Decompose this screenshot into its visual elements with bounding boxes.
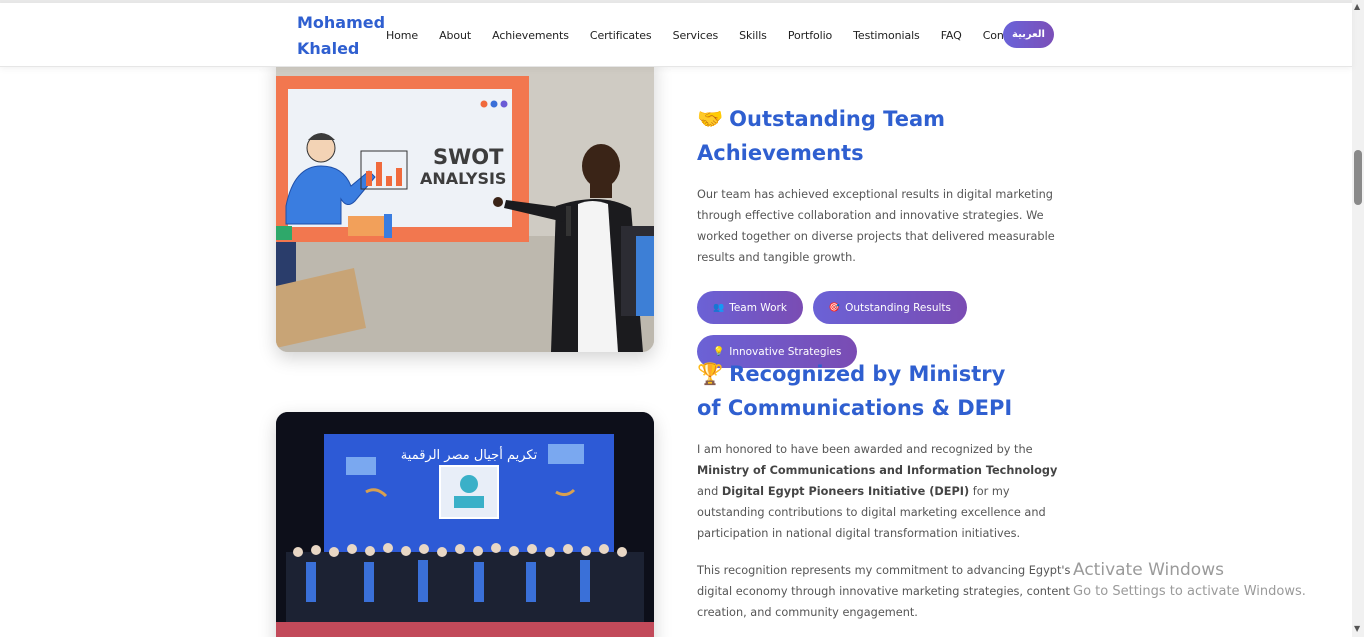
- tag-label: Innovative Strategies: [729, 345, 842, 358]
- team-achievement-photo: SWOT ANALYSIS: [276, 56, 654, 352]
- nav-link-achievements[interactable]: Achievements: [492, 29, 569, 42]
- people-icon: 👥: [713, 302, 725, 313]
- team-achievements-description: Our team has achieved exceptional result…: [697, 188, 1055, 264]
- language-toggle-button[interactable]: العربية: [1003, 21, 1054, 48]
- tag-label: Team Work: [729, 301, 787, 314]
- nav-link-faq[interactable]: FAQ: [941, 29, 962, 42]
- brand-name-line2: Khaled: [297, 39, 360, 58]
- ministry-recognition-section: 🏆 Recognized by Ministry of Communication…: [697, 357, 1077, 623]
- nav-link-about[interactable]: About: [439, 29, 471, 42]
- depi-name: Digital Egypt Pioneers Initiative (DEPI): [721, 485, 970, 498]
- ministry-recognition-paragraph-2: This recognition represents my commitmen…: [697, 564, 1071, 619]
- swot-presentation-illustration: SWOT ANALYSIS: [276, 56, 654, 352]
- watermark-line2: Go to Settings to activate Windows.: [1073, 584, 1306, 599]
- watermark-line1: Activate Windows: [1073, 560, 1224, 580]
- ministry-recognition-title: 🏆 Recognized by Ministry of Communication…: [697, 357, 1017, 425]
- team-achievements-section: 🤝 Outstanding Team Achievements Our team …: [697, 102, 1077, 379]
- target-icon: 🎯: [828, 302, 841, 313]
- team-achievements-title-text: Outstanding Team Achievements: [697, 107, 946, 165]
- p1-text-a: I am honored to have been awarded and re…: [697, 443, 1033, 456]
- nav-link-testimonials[interactable]: Testimonials: [853, 29, 920, 42]
- tag-label: Outstanding Results: [845, 301, 951, 314]
- award-ceremony-illustration: تكريم أجيال مصر الرقمية: [276, 412, 654, 637]
- lightbulb-icon: 💡: [713, 346, 725, 357]
- award-ceremony-photo: تكريم أجيال مصر الرقمية: [276, 412, 654, 637]
- slide-text-swot: SWOT: [433, 145, 504, 169]
- slide-text-analysis: ANALYSIS: [420, 169, 506, 188]
- page-scrollbar[interactable]: ▲ ▼: [1352, 0, 1364, 637]
- main-nav: Home About Achievements Certificates Ser…: [386, 3, 1046, 67]
- handshake-icon: 🤝: [697, 107, 724, 131]
- brand-logo[interactable]: Mohamed Khaled: [297, 10, 387, 62]
- nav-link-services[interactable]: Services: [673, 29, 719, 42]
- scroll-thumb[interactable]: [1354, 150, 1362, 205]
- scroll-up-arrow-icon[interactable]: ▲: [1354, 2, 1360, 11]
- ministry-recognition-paragraph-1: I am honored to have been awarded and re…: [697, 439, 1077, 544]
- nav-link-skills[interactable]: Skills: [739, 29, 767, 42]
- scroll-down-arrow-icon[interactable]: ▼: [1354, 624, 1360, 633]
- tag-team-work[interactable]: 👥 Team Work: [697, 291, 803, 324]
- ministry-name: Ministry of Communications and Informati…: [697, 464, 1058, 477]
- navbar: Mohamed Khaled Home About Achievements C…: [0, 3, 1352, 67]
- windows-activation-watermark: Activate Windows Go to Settings to activ…: [1073, 559, 1306, 603]
- ministry-recognition-title-text: Recognized by Ministry of Communications…: [697, 362, 1013, 420]
- nav-link-certificates[interactable]: Certificates: [590, 29, 652, 42]
- p1-text-c: and: [697, 485, 722, 498]
- ceremony-banner-text: تكريم أجيال مصر الرقمية: [401, 446, 538, 463]
- tag-outstanding-results[interactable]: 🎯 Outstanding Results: [812, 291, 967, 324]
- team-achievements-title: 🤝 Outstanding Team Achievements: [697, 102, 1077, 170]
- brand-name-line1: Mohamed: [297, 13, 386, 32]
- trophy-icon: 🏆: [697, 362, 724, 386]
- nav-link-portfolio[interactable]: Portfolio: [788, 29, 832, 42]
- nav-link-home[interactable]: Home: [386, 29, 418, 42]
